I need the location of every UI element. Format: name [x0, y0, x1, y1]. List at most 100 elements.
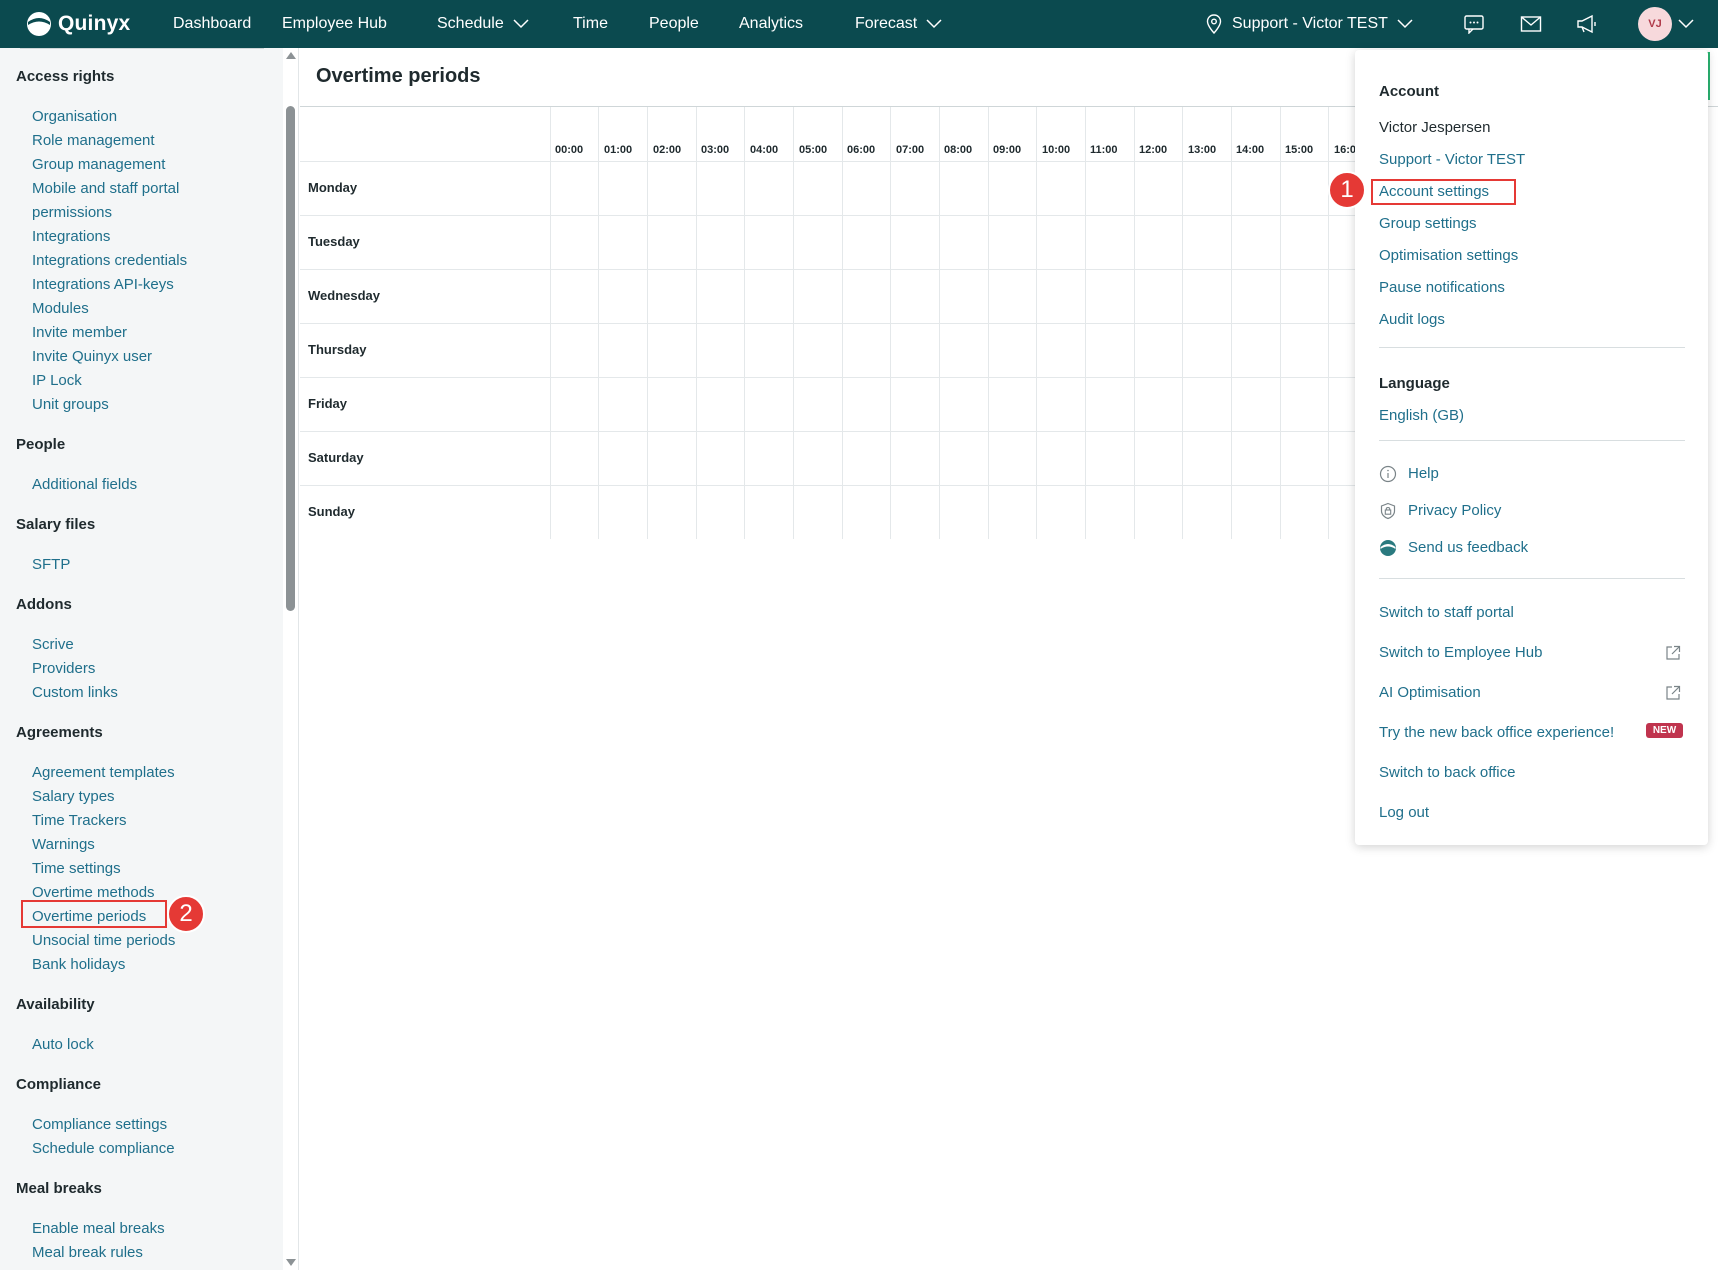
nav-schedule[interactable]: Schedule [437, 15, 573, 33]
sidebar-item-sftp[interactable]: SFTP [32, 556, 70, 573]
sidebar-item-auto-lock[interactable]: Auto lock [32, 1036, 94, 1053]
nav-time[interactable]: Time [573, 15, 649, 33]
menu-divider [1379, 440, 1685, 441]
location-button[interactable]: Support - Victor TEST [1206, 14, 1423, 34]
optimisation-settings-link[interactable]: Optimisation settings [1379, 247, 1518, 264]
sidebar-item-compliance-settings[interactable]: Compliance settings [32, 1116, 167, 1133]
sidebar-heading-label: Compliance [16, 1076, 102, 1093]
language-heading: Language [1379, 375, 1450, 392]
audit-logs-link[interactable]: Audit logs [1379, 311, 1445, 328]
nav-label: Dashboard [173, 15, 252, 32]
send-feedback-link[interactable]: Send us feedback [1408, 539, 1528, 556]
sidebar-item-scrive[interactable]: Scrive [32, 636, 74, 653]
sidebar-item-permissions[interactable]: permissions [32, 204, 112, 221]
top-navigation-bar: Quinyx Dashboard Employee Hub Schedule T… [0, 0, 1718, 48]
sidebar-heading: Access rights [16, 68, 114, 86]
sidebar-item-invite-quinyx-user[interactable]: Invite Quinyx user [32, 348, 152, 365]
hour-header: 12:00 [1139, 144, 1168, 156]
sidebar-item-invite-member[interactable]: Invite member [32, 324, 127, 341]
sidebar-item-bank-holidays[interactable]: Bank holidays [32, 956, 125, 973]
avatar[interactable]: VJ [1638, 7, 1672, 41]
day-row-wednesday[interactable]: Wednesday [300, 270, 1360, 324]
nav-dashboard[interactable]: Dashboard [173, 15, 282, 33]
pause-notifications-link[interactable]: Pause notifications [1379, 279, 1505, 296]
sidebar-item-mobile-staff-portal[interactable]: Mobile and staff portal [32, 180, 179, 197]
day-row-monday[interactable]: Monday [300, 162, 1360, 216]
day-row-sunday[interactable]: Sunday [300, 486, 1360, 539]
sidebar-heading: Compliance [16, 1076, 101, 1094]
day-row-tuesday[interactable]: Tuesday [300, 216, 1360, 270]
menu-divider [1379, 578, 1685, 579]
new-badge: NEW [1646, 723, 1683, 738]
menu-location-link[interactable]: Support - Victor TEST [1379, 151, 1525, 168]
try-new-back-office-link[interactable]: Try the new back office experience! [1379, 724, 1614, 741]
sidebar-item-custom-links[interactable]: Custom links [32, 684, 118, 701]
switch-staff-portal-link[interactable]: Switch to staff portal [1379, 604, 1514, 621]
sidebar-item-role-management[interactable]: Role management [32, 132, 155, 149]
sidebar-item-modules[interactable]: Modules [32, 300, 89, 317]
sidebar-heading: Salary files [16, 516, 95, 534]
page-title: Overtime periods [316, 65, 481, 87]
sidebar-heading-label: Agreements [16, 724, 103, 741]
nav-people[interactable]: People [649, 15, 739, 33]
sidebar-item-integrations-api-keys[interactable]: Integrations API-keys [32, 276, 174, 293]
day-label: Monday [308, 180, 358, 195]
sidebar-item-unit-groups[interactable]: Unit groups [32, 396, 109, 413]
nav-label: Schedule [437, 15, 504, 32]
scroll-down-arrow-icon[interactable] [286, 1259, 296, 1266]
sidebar-item-warnings[interactable]: Warnings [32, 836, 95, 853]
chevron-down-icon [1397, 19, 1413, 29]
sidebar-item-meal-break-rules[interactable]: Meal break rules [32, 1244, 143, 1261]
sidebar-heading: Agreements [16, 724, 103, 742]
sidebar-item-organisation[interactable]: Organisation [32, 108, 117, 125]
day-row-saturday[interactable]: Saturday [300, 432, 1360, 486]
main-nav: Dashboard Employee Hub Schedule Time Peo… [173, 15, 942, 33]
sidebar-item-ip-lock[interactable]: IP Lock [32, 372, 82, 389]
switch-employee-hub-link[interactable]: Switch to Employee Hub [1379, 644, 1542, 661]
day-row-thursday[interactable]: Thursday [300, 324, 1360, 378]
nav-label: Time [573, 15, 608, 32]
sidebar-item-enable-meal-breaks[interactable]: Enable meal breaks [32, 1220, 165, 1237]
day-label: Saturday [308, 450, 364, 465]
hour-header: 01:00 [604, 144, 633, 156]
day-row-friday[interactable]: Friday [300, 378, 1360, 432]
quinyx-logo-icon [27, 12, 51, 36]
language-selector-link[interactable]: English (GB) [1379, 407, 1464, 424]
mail-icon[interactable] [1520, 14, 1542, 34]
brand-name: Quinyx [58, 12, 131, 35]
nav-label: Analytics [739, 15, 804, 32]
info-icon [1379, 465, 1397, 483]
nav-analytics[interactable]: Analytics [739, 15, 855, 33]
help-link[interactable]: Help [1408, 465, 1439, 482]
chat-icon[interactable] [1463, 14, 1485, 34]
location-pin-icon [1206, 14, 1222, 34]
nav-forecast[interactable]: Forecast [855, 15, 942, 33]
switch-back-office-link[interactable]: Switch to back office [1379, 764, 1515, 781]
log-out-link[interactable]: Log out [1379, 804, 1429, 821]
sidebar-item-additional-fields[interactable]: Additional fields [32, 476, 137, 493]
chevron-down-icon[interactable] [1678, 19, 1694, 29]
scrollbar-thumb[interactable] [286, 106, 295, 611]
group-settings-link[interactable]: Group settings [1379, 215, 1477, 232]
sidebar-item-providers[interactable]: Providers [32, 660, 95, 677]
nav-employee-hub[interactable]: Employee Hub [282, 15, 437, 33]
user-name: Victor Jespersen [1379, 119, 1491, 136]
sidebar-item-overtime-methods[interactable]: Overtime methods [32, 884, 155, 901]
sidebar-item-time-settings[interactable]: Time settings [32, 860, 121, 877]
scroll-up-arrow-icon[interactable] [286, 52, 296, 59]
sidebar-heading: Meal breaks [16, 1180, 102, 1198]
location-selector[interactable]: Support - Victor TEST [1206, 0, 1423, 48]
sidebar-item-group-management[interactable]: Group management [32, 156, 165, 173]
sidebar-item-salary-types[interactable]: Salary types [32, 788, 115, 805]
sidebar-item-schedule-compliance[interactable]: Schedule compliance [32, 1140, 175, 1157]
ai-optimisation-link[interactable]: AI Optimisation [1379, 684, 1481, 701]
sidebar-item-integrations[interactable]: Integrations [32, 228, 110, 245]
megaphone-icon[interactable] [1576, 14, 1598, 34]
privacy-policy-link[interactable]: Privacy Policy [1408, 502, 1501, 519]
sidebar-item-integrations-credentials[interactable]: Integrations credentials [32, 252, 187, 269]
sidebar-item-time-trackers[interactable]: Time Trackers [32, 812, 126, 829]
nav-label: Employee Hub [282, 15, 387, 32]
quinyx-logo[interactable]: Quinyx [26, 11, 156, 37]
sidebar-item-agreement-templates[interactable]: Agreement templates [32, 764, 175, 781]
sidebar-item-unsocial-time-periods[interactable]: Unsocial time periods [32, 932, 175, 949]
